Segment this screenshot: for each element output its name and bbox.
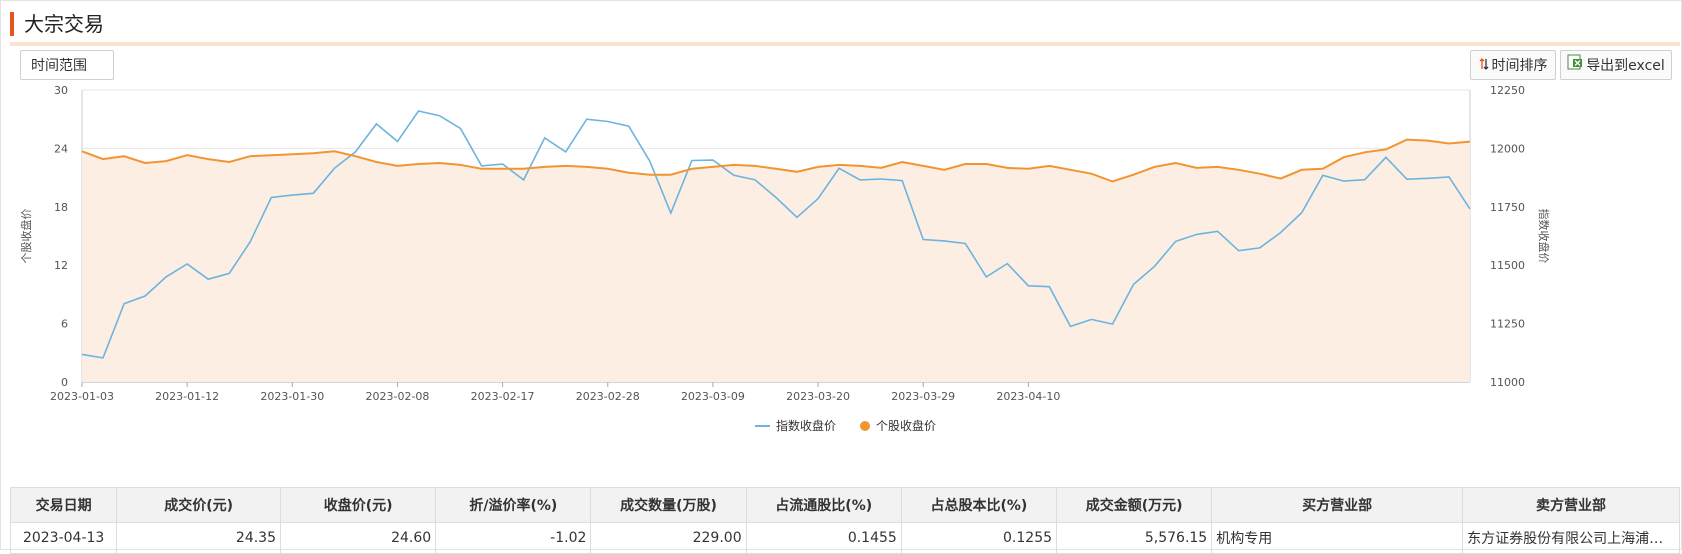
x-tick-label: 2023-01-30: [260, 390, 324, 403]
legend-index-label: 指数收盘价: [776, 418, 836, 433]
legend-stock-label: 个股收盘价: [876, 418, 936, 433]
cell-total-ratio: 0.1255: [900, 522, 1058, 554]
y-left-axis-title: 个股收盘价: [19, 209, 33, 264]
y-right-tick-label: 11250: [1490, 318, 1525, 331]
header-float-ratio[interactable]: 占流通股比(%): [745, 487, 902, 523]
time-range-label: 时间范围: [31, 58, 87, 74]
header-premium-rate[interactable]: 折/溢价率(%): [435, 487, 592, 523]
cell-seller-branch[interactable]: 东方证券股份有限公司上海浦东新区源深路证券营业部: [1462, 522, 1680, 554]
cell-deal-price: 24.35: [116, 522, 281, 554]
sort-arrows-icon: [1479, 51, 1489, 81]
title-divider: [10, 42, 1680, 46]
table-row: 2023-04-13 24.35 24.60 -1.02 229.00 0.14…: [9, 522, 1680, 554]
cell-float-ratio: 0.1455: [745, 522, 902, 554]
x-tick-label: 2023-04-10: [996, 390, 1060, 403]
x-tick-label: 2023-01-03: [50, 390, 114, 403]
y-left-tick-label: 24: [54, 142, 68, 155]
cell-deal-amount: 5,576.15: [1056, 522, 1213, 554]
header-deal-price[interactable]: 成交价(元): [116, 487, 281, 523]
y-right-axis-title: 指数收盘价: [1537, 209, 1551, 264]
cell-deal-volume: 229.00: [590, 522, 747, 554]
y-right-tick-label: 11500: [1490, 259, 1525, 272]
y-left-tick-label: 0: [61, 376, 68, 389]
cell-trade-date: 2023-04-13: [9, 522, 118, 554]
x-tick-label: 2023-02-17: [471, 390, 535, 403]
header-deal-amount[interactable]: 成交金额(万元): [1056, 487, 1213, 523]
excel-icon: [1567, 51, 1583, 81]
block-trade-table: 交易日期 成交价(元) 收盘价(元) 折/溢价率(%) 成交数量(万股) 占流通…: [9, 487, 1680, 554]
section-header: 大宗交易: [10, 8, 1680, 40]
y-left-tick-label: 6: [61, 318, 68, 331]
x-tick-label: 2023-03-20: [786, 390, 850, 403]
y-left-tick-label: 12: [54, 259, 68, 272]
legend-stock-marker: [860, 421, 870, 431]
header-buyer-branch: 买方营业部: [1211, 487, 1464, 523]
cell-premium-rate: -1.02: [435, 522, 592, 554]
y-right-tick-label: 12250: [1490, 86, 1525, 97]
header-seller-branch: 卖方营业部: [1462, 487, 1680, 523]
header-close-price[interactable]: 收盘价(元): [279, 487, 437, 523]
export-excel-button[interactable]: 导出到excel: [1560, 50, 1672, 80]
cell-close-price: 24.60: [279, 522, 437, 554]
y-right-tick-label: 12000: [1490, 142, 1525, 155]
x-tick-label: 2023-03-29: [891, 390, 955, 403]
x-tick-label: 2023-02-28: [576, 390, 640, 403]
time-sort-label: 时间排序: [1491, 58, 1548, 74]
export-excel-label: 导出到excel: [1586, 58, 1665, 74]
title-accent-bar: [10, 12, 14, 36]
x-tick-label: 2023-02-08: [365, 390, 429, 403]
y-left-tick-label: 18: [54, 201, 68, 214]
table-header-row: 交易日期 成交价(元) 收盘价(元) 折/溢价率(%) 成交数量(万股) 占流通…: [9, 487, 1680, 523]
y-right-tick-label: 11000: [1490, 376, 1525, 389]
x-tick-label: 2023-03-09: [681, 390, 745, 403]
section-title: 大宗交易: [24, 12, 104, 36]
time-sort-button[interactable]: 时间排序: [1470, 50, 1556, 80]
header-trade-date[interactable]: 交易日期: [9, 487, 118, 523]
time-range-button[interactable]: 时间范围: [20, 50, 114, 80]
header-deal-volume[interactable]: 成交数量(万股): [590, 487, 747, 523]
cell-buyer-branch[interactable]: 机构专用: [1211, 522, 1464, 554]
y-right-tick-label: 11750: [1490, 201, 1525, 214]
x-tick-label: 2023-01-12: [155, 390, 219, 403]
stock-close-area: [82, 139, 1470, 382]
header-total-ratio[interactable]: 占总股本比(%): [900, 487, 1058, 523]
block-trade-chart: 0 6 12 18 24 30 11000 11250 11500 11750 12000 12250…: [19, 86, 1551, 433]
y-left-tick-label: 30: [54, 86, 68, 97]
